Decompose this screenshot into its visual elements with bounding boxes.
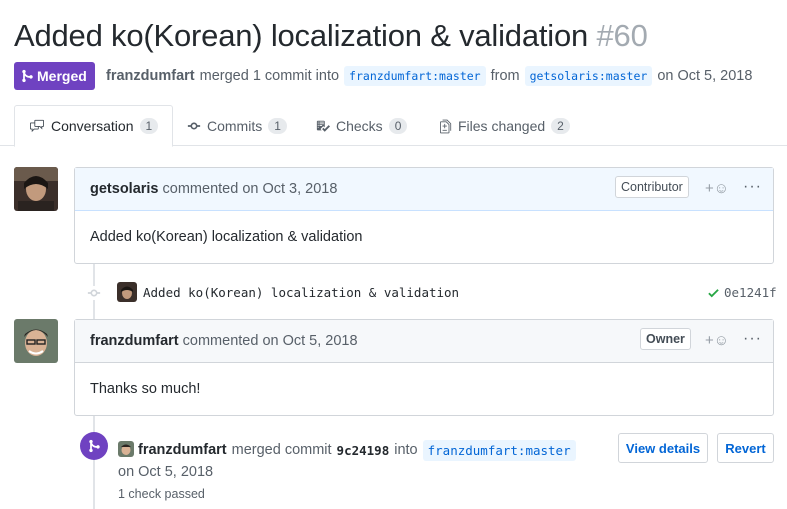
git-merge-icon bbox=[22, 69, 33, 83]
merge-action-text: merged commit bbox=[231, 442, 332, 458]
owner-badge: Owner bbox=[640, 328, 691, 350]
add-reaction-icon[interactable]: +☺ bbox=[705, 332, 729, 349]
view-details-button[interactable]: View details bbox=[618, 433, 708, 463]
merge-commit-sha[interactable]: 9c24198 bbox=[337, 443, 390, 458]
merge-date: on Oct 5, 2018 bbox=[118, 464, 214, 480]
tab-checks[interactable]: Checks 0 bbox=[316, 106, 408, 146]
merge-actor[interactable]: franzdumfart bbox=[138, 442, 227, 458]
comment-header: franzdumfart commented on Oct 5, 2018 Ow… bbox=[75, 320, 773, 363]
tab-files-changed[interactable]: Files changed 2 bbox=[440, 106, 570, 146]
file-diff-icon bbox=[440, 119, 452, 133]
comment-author[interactable]: franzdumfart bbox=[90, 333, 179, 349]
pr-title: Added ko(Korean) localization & validati… bbox=[14, 16, 648, 56]
from-text: from bbox=[490, 68, 520, 84]
comment-header: getsolaris commented on Oct 3, 2018 Cont… bbox=[75, 168, 773, 211]
comment-box: getsolaris commented on Oct 3, 2018 Cont… bbox=[74, 167, 774, 264]
merge-into-text: into bbox=[394, 442, 418, 458]
checklist-icon bbox=[316, 120, 330, 132]
comment-author[interactable]: getsolaris bbox=[90, 181, 159, 197]
revert-button[interactable]: Revert bbox=[717, 433, 774, 463]
comment-body: Added ko(Korean) localization & validati… bbox=[75, 211, 773, 263]
merge-actor-avatar[interactable] bbox=[118, 441, 134, 457]
tab-conversation[interactable]: Conversation 1 bbox=[14, 105, 174, 147]
tab-commits-count: 1 bbox=[268, 118, 287, 134]
add-reaction-icon[interactable]: +☺ bbox=[705, 180, 729, 197]
merged-text: merged 1 commit into bbox=[199, 68, 340, 84]
check-icon[interactable] bbox=[707, 286, 720, 305]
kebab-menu-icon[interactable]: ··· bbox=[743, 330, 762, 348]
git-commit-icon bbox=[187, 122, 201, 130]
merged-state-label: Merged bbox=[37, 68, 87, 84]
tab-files-changed-count: 2 bbox=[551, 118, 570, 134]
pr-title-text: Added ko(Korean) localization & validati… bbox=[14, 18, 589, 53]
comment-body: Thanks so much! bbox=[75, 363, 773, 415]
tab-files-changed-label: Files changed bbox=[458, 118, 546, 134]
merge-event-icon bbox=[80, 432, 108, 460]
comment-body-text: Thanks so much! bbox=[90, 381, 201, 397]
comment-box: franzdumfart commented on Oct 5, 2018 Ow… bbox=[74, 319, 774, 416]
merge-target-branch[interactable]: franzdumfart:master bbox=[422, 439, 576, 461]
comment-timestamp[interactable]: commented on Oct 5, 2018 bbox=[183, 333, 358, 349]
checks-passed-text[interactable]: 1 check passed bbox=[118, 487, 205, 501]
merged-state-badge: Merged bbox=[14, 62, 95, 90]
tab-conversation-count: 1 bbox=[139, 118, 159, 134]
kebab-menu-icon[interactable]: ··· bbox=[743, 178, 762, 196]
head-branch[interactable]: getsolaris:master bbox=[524, 66, 653, 86]
base-branch[interactable]: franzdumfart:master bbox=[344, 66, 486, 86]
tab-checks-label: Checks bbox=[336, 118, 383, 134]
pr-author-link[interactable]: franzdumfart bbox=[106, 68, 195, 84]
merge-event-text: franzdumfart merged commit 9c24198 into … bbox=[138, 438, 576, 462]
tab-commits[interactable]: Commits 1 bbox=[187, 106, 287, 146]
commit-avatar[interactable] bbox=[117, 282, 137, 302]
commit-dot-icon bbox=[87, 286, 101, 300]
tab-checks-count: 0 bbox=[388, 118, 408, 134]
comment-timestamp[interactable]: commented on Oct 3, 2018 bbox=[163, 181, 338, 197]
merge-date: on Oct 5, 2018 bbox=[657, 68, 753, 84]
tab-commits-label: Commits bbox=[207, 118, 263, 134]
commit-sha[interactable]: 0e1241f bbox=[724, 285, 777, 300]
pr-number: #60 bbox=[596, 18, 648, 53]
tab-conversation-label: Conversation bbox=[51, 118, 134, 134]
avatar[interactable] bbox=[14, 319, 58, 363]
commit-message[interactable]: Added ko(Korean) localization & validati… bbox=[143, 285, 459, 300]
contributor-badge: Contributor bbox=[615, 176, 689, 198]
comment-body-text: Added ko(Korean) localization & validati… bbox=[90, 229, 363, 245]
avatar[interactable] bbox=[14, 167, 58, 211]
comment-discussion-icon bbox=[30, 119, 44, 133]
pr-meta: franzdumfart merged 1 commit into franzd… bbox=[106, 62, 752, 90]
